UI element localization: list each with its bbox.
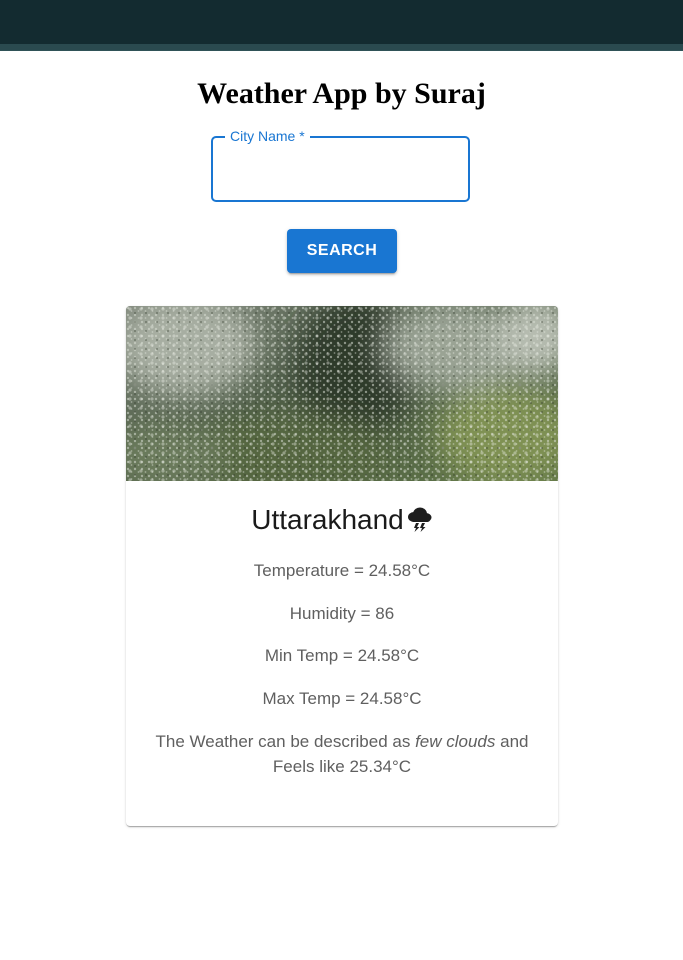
temperature-text: Temperature = 24.58°C [253, 561, 431, 580]
city-name-label: City Name * [225, 127, 310, 145]
humidity-text: Humidity = 86 [289, 604, 395, 623]
page-title: Weather App by Suraj [197, 77, 486, 110]
city-heading: Uttarakhand [126, 502, 558, 542]
description-prefix: The Weather can be described as [155, 732, 416, 751]
weather-description: The Weather can be described as few clou… [142, 729, 542, 779]
min-temp-text: Min Temp = 24.58°C [264, 646, 420, 665]
weather-card: Uttarakhand Temperature = 24.58°C Humidi… [126, 306, 558, 826]
thunderstorm-cloud-icon [405, 505, 433, 542]
city-name-field[interactable]: City Name * [211, 127, 470, 202]
max-temp-text: Max Temp = 24.58°C [262, 689, 422, 708]
top-app-bar [0, 0, 683, 51]
search-button[interactable]: SEARCH [287, 229, 397, 273]
city-name: Uttarakhand [251, 504, 404, 535]
city-name-input[interactable] [225, 156, 459, 186]
weather-image [126, 306, 558, 481]
description-condition: few clouds [415, 732, 496, 751]
